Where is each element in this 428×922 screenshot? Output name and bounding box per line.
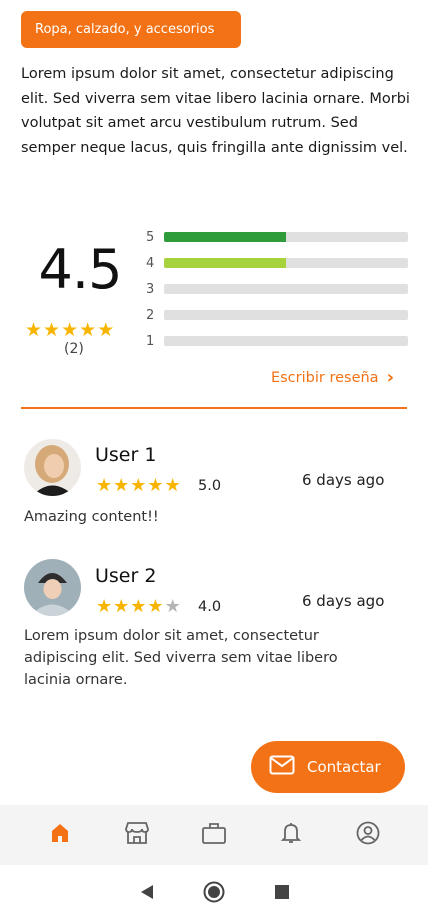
- write-review-label: Escribir reseña: [270, 370, 379, 386]
- average-rating: 4.5: [38, 238, 123, 301]
- star-icon: ★: [97, 319, 115, 341]
- distribution-row: 1: [146, 328, 408, 354]
- star-icon: ★: [164, 596, 181, 617]
- distribution-track: [164, 336, 408, 346]
- home-icon: [49, 822, 71, 848]
- briefcase-icon: [201, 821, 227, 849]
- star-icon: ★: [130, 475, 147, 496]
- product-description: Lorem ipsum dolor sit amet, consectetur …: [21, 66, 410, 156]
- home-circle-icon[interactable]: [203, 881, 225, 907]
- review-score: 4.0: [198, 599, 222, 615]
- distribution-row: 4: [146, 250, 408, 276]
- star-icon: ★: [147, 475, 164, 496]
- distribution-label: 5: [146, 229, 155, 245]
- write-review-link[interactable]: Escribir reseña ›: [270, 367, 394, 388]
- profile-icon: [356, 821, 380, 849]
- star-icon: ★: [79, 319, 97, 341]
- review-date: 6 days ago: [302, 592, 385, 610]
- avatar: [24, 439, 81, 496]
- contact-label: Contactar: [307, 758, 381, 776]
- distribution-track: [164, 310, 408, 320]
- distribution-track: [164, 232, 408, 242]
- bottom-nav: [0, 805, 428, 865]
- avatar: [24, 559, 81, 616]
- distribution-fill: [164, 232, 286, 242]
- bell-icon: [280, 821, 302, 849]
- review-stars: ★ ★ ★ ★ ★: [96, 476, 181, 496]
- distribution-label: 3: [146, 281, 155, 297]
- review-score: 5.0: [198, 478, 222, 494]
- star-icon: ★: [61, 319, 79, 341]
- nav-briefcase[interactable]: [194, 815, 234, 855]
- rating-distribution: 5 4 3 2 1: [146, 224, 408, 354]
- distribution-track: [164, 258, 408, 268]
- star-icon: ★: [113, 475, 130, 496]
- star-icon: ★: [113, 596, 130, 617]
- system-nav-bar: [0, 865, 428, 922]
- chevron-right-icon: ›: [386, 367, 394, 388]
- review-date: 6 days ago: [302, 471, 385, 489]
- contact-button[interactable]: Contactar: [251, 741, 405, 793]
- star-icon: ★: [25, 319, 43, 341]
- review-username: User 1: [95, 444, 157, 466]
- distribution-label: 4: [146, 255, 155, 271]
- nav-store[interactable]: [117, 815, 157, 855]
- distribution-label: 1: [146, 333, 155, 349]
- distribution-row: 3: [146, 276, 408, 302]
- nav-home[interactable]: [40, 815, 80, 855]
- star-icon: ★: [96, 596, 113, 617]
- star-icon: ★: [147, 596, 164, 617]
- star-icon: ★: [96, 475, 113, 496]
- review-text: Amazing content!!: [24, 509, 159, 525]
- review-stars: ★ ★ ★ ★ ★: [96, 597, 181, 617]
- distribution-row: 2: [146, 302, 408, 328]
- mail-icon: [269, 755, 295, 779]
- nav-profile[interactable]: [348, 815, 388, 855]
- star-icon: ★: [43, 319, 61, 341]
- distribution-fill: [164, 258, 286, 268]
- back-icon[interactable]: [140, 884, 154, 904]
- star-icon: ★: [130, 596, 147, 617]
- divider: [21, 407, 407, 409]
- store-icon: [124, 821, 150, 849]
- recents-icon[interactable]: [274, 884, 289, 903]
- review-count: (2): [64, 341, 84, 357]
- distribution-label: 2: [146, 307, 155, 323]
- distribution-row: 5: [146, 224, 408, 250]
- category-chip[interactable]: Ropa, calzado, y accesorios: [21, 11, 241, 48]
- review-text: Lorem ipsum dolor sit amet, consectetur …: [24, 628, 338, 688]
- review-username: User 2: [95, 565, 157, 587]
- average-rating-stars: ★ ★ ★ ★ ★: [25, 320, 114, 340]
- nav-notifications[interactable]: [271, 815, 311, 855]
- distribution-track: [164, 284, 408, 294]
- star-icon: ★: [164, 475, 181, 496]
